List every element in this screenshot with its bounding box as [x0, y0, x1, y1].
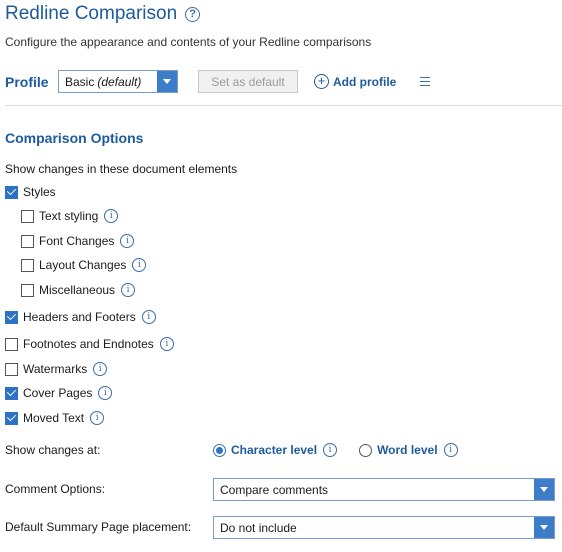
footnotes-endnotes-checkbox[interactable]: [5, 337, 18, 351]
option-watermarks[interactable]: Watermarks i: [5, 361, 108, 377]
set-as-default-button[interactable]: Set as default: [198, 70, 298, 93]
info-icon[interactable]: i: [132, 258, 147, 272]
option-label: Font Changes: [39, 234, 115, 248]
info-icon[interactable]: i: [443, 443, 458, 457]
radio-label[interactable]: Character level: [231, 443, 317, 457]
word-level-radio[interactable]: [359, 443, 373, 457]
option-moved-text[interactable]: Moved Text i: [5, 410, 105, 426]
divider: [5, 105, 562, 106]
option-cover-pages[interactable]: Cover Pages i: [5, 385, 113, 401]
elements-label: Show changes in these document elements: [5, 162, 238, 176]
profile-name: Basic: [65, 74, 95, 89]
changes-at-label: Show changes at:: [5, 443, 101, 457]
miscellaneous-checkbox[interactable]: [21, 283, 34, 297]
option-text-styling[interactable]: Text styling i: [21, 208, 119, 224]
question-circle-icon[interactable]: ?: [185, 6, 201, 22]
cover-pages-checkbox[interactable]: [5, 386, 18, 400]
dropdown-value: Do not include: [220, 520, 297, 535]
profile-default-tag: (default): [97, 74, 142, 89]
chevron-down-icon[interactable]: [157, 71, 177, 92]
option-layout-changes[interactable]: Layout Changes i: [21, 257, 147, 273]
info-icon[interactable]: i: [121, 283, 136, 297]
option-label: Text styling: [39, 209, 99, 223]
radio-label[interactable]: Word level: [377, 443, 437, 457]
option-label: Moved Text: [23, 411, 85, 425]
add-profile-button[interactable]: + Add profile: [314, 74, 396, 89]
option-footnotes-endnotes[interactable]: Footnotes and Endnotes i: [5, 336, 174, 352]
page-title: Redline Comparison: [5, 3, 178, 24]
option-label: Miscellaneous: [39, 283, 116, 297]
comment-options-label: Comment Options:: [5, 482, 106, 496]
info-icon[interactable]: i: [90, 411, 105, 425]
info-icon[interactable]: i: [120, 234, 135, 248]
profile-label: Profile: [5, 73, 49, 90]
summary-placement-dropdown[interactable]: Do not include: [213, 516, 555, 539]
section-title: Comparison Options: [5, 130, 144, 146]
chevron-down-icon[interactable]: [534, 517, 554, 538]
font-changes-checkbox[interactable]: [21, 234, 34, 248]
option-label: Styles: [23, 185, 56, 199]
option-label: Layout Changes: [39, 258, 127, 272]
info-icon[interactable]: i: [141, 310, 156, 324]
character-level-radio[interactable]: [213, 443, 226, 457]
option-label: Watermarks: [23, 362, 88, 376]
option-label: Cover Pages: [23, 386, 93, 400]
info-icon[interactable]: i: [323, 443, 338, 457]
watermarks-checkbox[interactable]: [5, 362, 18, 376]
headers-footers-checkbox[interactable]: [5, 310, 18, 324]
info-icon[interactable]: i: [98, 386, 113, 400]
page-subtitle: Configure the appearance and contents of…: [5, 35, 372, 49]
option-label: Headers and Footers: [23, 310, 136, 324]
styles-checkbox[interactable]: [5, 185, 18, 199]
text-styling-checkbox[interactable]: [21, 209, 34, 223]
chevron-down-icon[interactable]: [534, 479, 554, 500]
option-miscellaneous[interactable]: Miscellaneous i: [21, 282, 136, 298]
profile-dropdown[interactable]: Basic (default): [58, 70, 178, 93]
info-icon[interactable]: i: [159, 337, 174, 351]
layout-changes-checkbox[interactable]: [21, 258, 34, 272]
hamburger-menu-icon[interactable]: [420, 77, 431, 86]
option-font-changes[interactable]: Font Changes i: [21, 233, 135, 249]
info-icon[interactable]: i: [104, 209, 119, 223]
plus-circle-icon: +: [314, 74, 329, 89]
title-row: Redline Comparison ?: [5, 3, 201, 25]
moved-text-checkbox[interactable]: [5, 411, 18, 425]
add-profile-label: Add profile: [333, 74, 397, 89]
comment-options-dropdown[interactable]: Compare comments: [213, 478, 555, 501]
level-radio-group: Character level i Word level i: [213, 442, 458, 458]
dropdown-value: Compare comments: [220, 482, 329, 497]
option-label: Footnotes and Endnotes: [23, 337, 154, 351]
summary-placement-label: Default Summary Page placement:: [5, 520, 192, 534]
profile-row: Profile Basic (default) Set as default +…: [5, 70, 431, 93]
option-headers-footers[interactable]: Headers and Footers i: [5, 309, 156, 325]
option-styles[interactable]: Styles: [5, 184, 56, 200]
info-icon[interactable]: i: [93, 362, 108, 376]
